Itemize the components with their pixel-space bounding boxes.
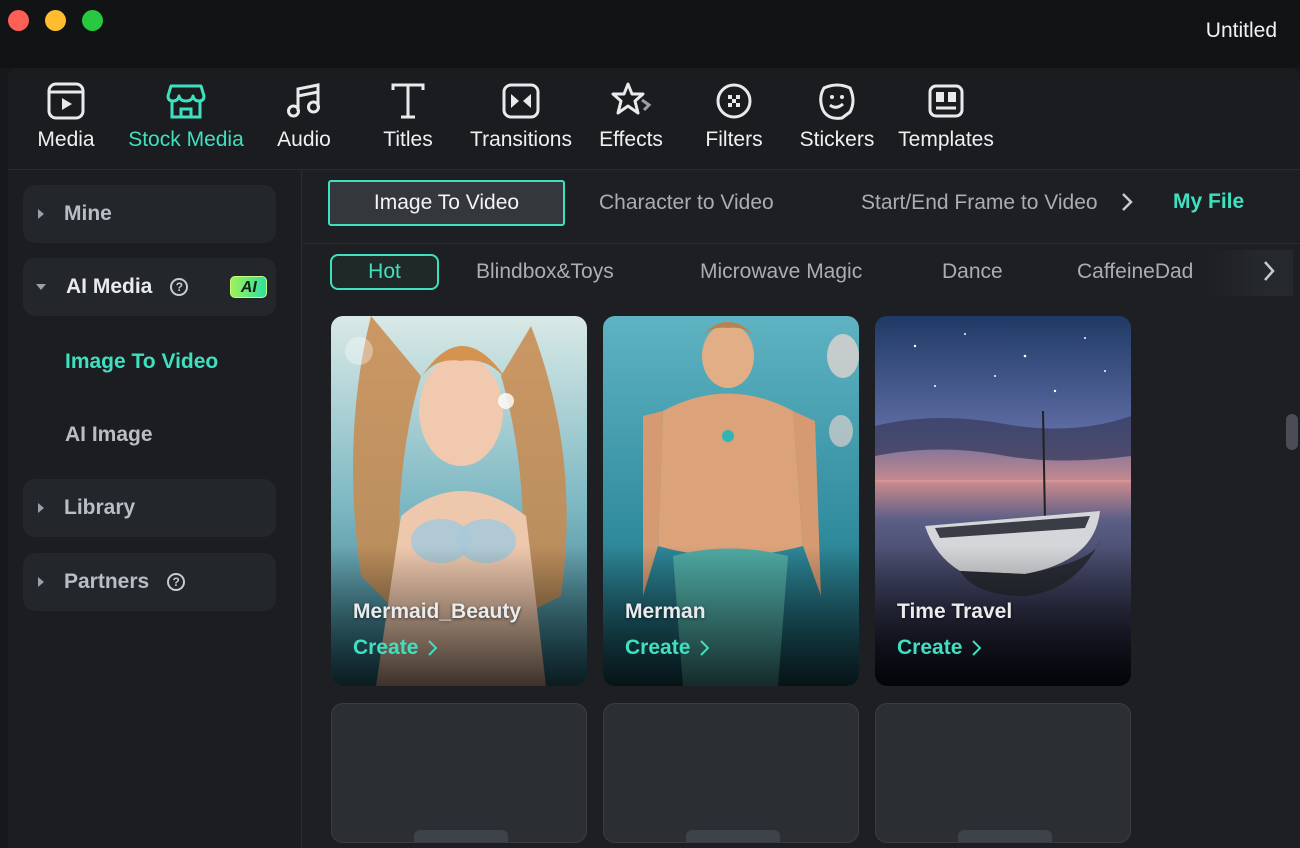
store-icon xyxy=(166,84,206,119)
placeholder-tab xyxy=(958,830,1052,842)
tab-image-to-video[interactable]: Image To Video xyxy=(328,180,565,226)
toolbar-label: Audio xyxy=(277,128,331,151)
app-window: Media Stock Media Audio Titles Transitio… xyxy=(8,68,1300,848)
card-title: Mermaid_Beauty xyxy=(353,600,522,623)
my-file-link[interactable]: My File xyxy=(1173,190,1244,214)
sidebar-item-ai-media[interactable]: AI Media ? AI xyxy=(23,258,276,316)
effects-star-icon xyxy=(611,82,652,115)
template-card-mermaid-beauty[interactable]: Mermaid_Beauty Create xyxy=(331,316,587,686)
chevron-right-icon xyxy=(972,640,982,656)
transition-icon xyxy=(502,83,540,119)
template-card-placeholder[interactable] xyxy=(875,703,1131,843)
create-button[interactable]: Create xyxy=(897,636,982,660)
category-caffeinedad[interactable]: CaffeineDad xyxy=(1077,254,1193,290)
feature-tabs: Image To Video Character to Video Start/… xyxy=(303,170,1300,244)
toolbar-label: Titles xyxy=(383,128,433,151)
toolbar-label: Media xyxy=(37,128,95,151)
title-bar: Untitled xyxy=(0,0,1300,68)
main-content: Image To Video Character to Video Start/… xyxy=(303,170,1300,848)
toolbar-effects[interactable]: Effects xyxy=(596,80,666,160)
create-label: Create xyxy=(353,636,419,659)
sidebar-item-label: Library xyxy=(64,496,136,519)
toolbar-label: Effects xyxy=(599,128,663,151)
sidebar: Mine AI Media ? AI Image To Video AI Ima… xyxy=(8,170,302,848)
vertical-scrollbar[interactable] xyxy=(1286,414,1298,450)
chevron-right-icon[interactable] xyxy=(1121,192,1133,212)
category-fade xyxy=(1208,250,1293,296)
sidebar-item-label: Mine xyxy=(64,202,112,225)
ai-badge: AI xyxy=(230,276,268,298)
chevron-right-icon xyxy=(428,640,438,656)
toolbar-transitions[interactable]: Transitions xyxy=(466,80,576,160)
create-label: Create xyxy=(625,636,691,659)
template-card-merman[interactable]: Merman Create xyxy=(603,316,859,686)
help-icon[interactable]: ? xyxy=(167,573,186,591)
sidebar-item-label: Partners xyxy=(64,570,150,593)
placeholder-tab xyxy=(414,830,508,842)
toolbar-audio[interactable]: Audio xyxy=(274,80,334,160)
toolbar-filters[interactable]: Filters xyxy=(702,80,766,160)
minimize-window-button[interactable] xyxy=(45,10,66,31)
chevron-right-icon xyxy=(700,640,710,656)
card-title: Merman xyxy=(625,600,706,623)
template-card-time-travel[interactable]: Time Travel Create xyxy=(875,316,1131,686)
template-icon xyxy=(928,84,964,118)
category-hot[interactable]: Hot xyxy=(330,254,439,290)
chevron-right-icon[interactable] xyxy=(1263,260,1275,282)
category-bar: Hot Blindbox&Toys Microwave Magic Dance … xyxy=(303,246,1300,306)
toolbar-label: Stickers xyxy=(799,128,875,151)
caret-right-icon xyxy=(38,209,44,219)
toolbar-label: Templates xyxy=(898,128,994,151)
sticker-icon xyxy=(819,83,855,120)
template-card-placeholder[interactable] xyxy=(331,703,587,843)
toolbar-media[interactable]: Media xyxy=(36,80,96,160)
main-toolbar: Media Stock Media Audio Titles Transitio… xyxy=(8,68,1300,170)
caret-right-icon xyxy=(38,503,44,513)
create-label: Create xyxy=(897,636,963,659)
sidebar-item-label: AI Media xyxy=(66,275,153,298)
help-icon[interactable]: ? xyxy=(170,278,189,296)
media-icon xyxy=(47,82,85,120)
category-blindbox-toys[interactable]: Blindbox&Toys xyxy=(476,254,614,290)
category-microwave-magic[interactable]: Microwave Magic xyxy=(700,254,862,290)
category-dance[interactable]: Dance xyxy=(942,254,1003,290)
toolbar-label: Transitions xyxy=(470,128,572,151)
sidebar-item-mine[interactable]: Mine xyxy=(23,185,276,243)
text-t-icon xyxy=(391,83,425,119)
template-card-placeholder[interactable] xyxy=(603,703,859,843)
caret-right-icon xyxy=(38,577,44,587)
close-window-button[interactable] xyxy=(8,10,29,31)
zoom-window-button[interactable] xyxy=(82,10,103,31)
tab-character-to-video[interactable]: Character to Video xyxy=(599,180,774,226)
music-note-icon xyxy=(287,83,320,118)
toolbar-label: Filters xyxy=(705,128,763,151)
card-title: Time Travel xyxy=(897,600,1013,623)
toolbar-stickers[interactable]: Stickers xyxy=(796,80,878,160)
sidebar-item-library[interactable]: Library xyxy=(23,479,276,537)
toolbar-label: Stock Media xyxy=(128,128,244,151)
create-button[interactable]: Create xyxy=(353,636,438,660)
sidebar-item-partners[interactable]: Partners ? xyxy=(23,553,276,611)
sidebar-item-image-to-video[interactable]: Image To Video xyxy=(65,350,218,374)
toolbar-stock-media[interactable]: Stock Media xyxy=(124,80,248,160)
filter-icon xyxy=(716,83,752,119)
placeholder-tab xyxy=(686,830,780,842)
toolbar-templates[interactable]: Templates xyxy=(894,80,998,160)
sidebar-item-ai-image[interactable]: AI Image xyxy=(65,423,153,447)
toolbar-titles[interactable]: Titles xyxy=(378,80,438,160)
caret-down-icon xyxy=(36,284,46,290)
window-title: Untitled xyxy=(1205,19,1277,42)
create-button[interactable]: Create xyxy=(625,636,710,660)
tab-start-end-frame-to-video[interactable]: Start/End Frame to Video xyxy=(861,180,1098,226)
